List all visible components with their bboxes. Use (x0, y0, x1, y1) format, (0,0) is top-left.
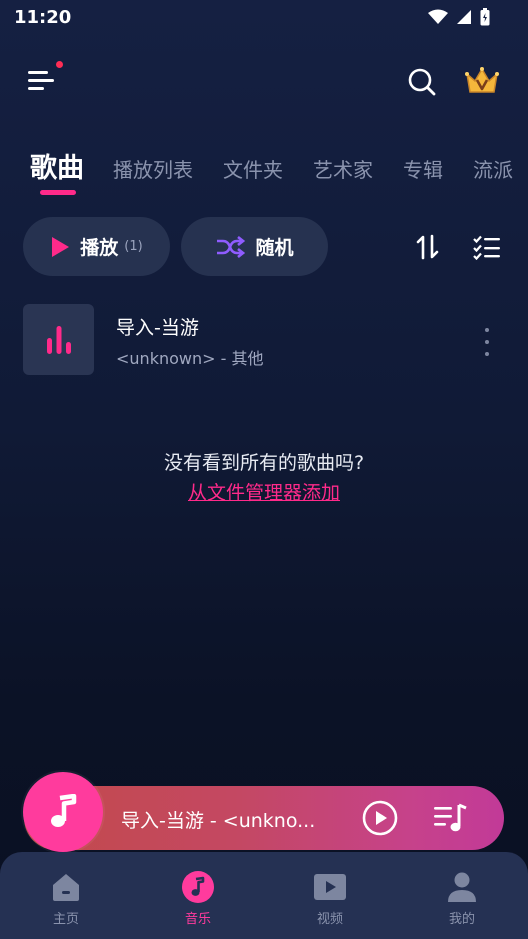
nav-profile-label: 我的 (448, 912, 475, 927)
music-note-icon (182, 871, 214, 903)
tab-artists[interactable]: 艺术家 (313, 154, 373, 183)
search-icon (408, 68, 436, 96)
play-icon (52, 236, 70, 257)
nav-profile[interactable]: 我的 (422, 870, 502, 927)
nav-home-label: 主页 (52, 912, 79, 927)
tab-bar: 歌曲 播放列表 文件夹 艺术家 专辑 流派 (30, 146, 528, 186)
song-list-item[interactable]: 导入-当游 <unknown> - 其他 (0, 300, 528, 384)
checklist-icon (473, 235, 500, 261)
play-all-button[interactable]: 播放 (1) (23, 217, 170, 276)
active-tab-indicator (40, 190, 76, 195)
shuffle-icon (217, 235, 246, 258)
more-options-icon[interactable] (478, 328, 496, 356)
crown-vip-icon (465, 67, 499, 93)
nav-video[interactable]: 视频 (290, 870, 370, 927)
home-icon (53, 874, 79, 901)
song-subtitle: <unknown> - 其他 (116, 349, 264, 368)
equalizer-icon (46, 325, 71, 354)
nav-music-label: 音乐 (184, 912, 211, 927)
multi-select-button[interactable] (472, 234, 502, 261)
tab-songs[interactable]: 歌曲 (30, 146, 84, 185)
hamburger-menu-icon (28, 71, 54, 90)
signal-icon (457, 10, 471, 24)
menu-button[interactable] (26, 66, 62, 98)
wifi-icon (428, 9, 448, 24)
tab-folders[interactable]: 文件夹 (223, 154, 283, 183)
add-from-file-manager-link[interactable]: 从文件管理器添加 (0, 478, 528, 505)
nav-home[interactable]: 主页 (26, 870, 106, 927)
mini-player-play-button[interactable] (362, 800, 398, 836)
battery-icon (480, 8, 490, 26)
tab-playlists[interactable]: 播放列表 (113, 154, 193, 183)
mini-player-queue-button[interactable] (432, 802, 470, 834)
song-title: 导入-当游 (116, 317, 199, 339)
profile-icon (448, 872, 476, 902)
music-note-icon (51, 794, 77, 827)
search-button[interactable] (406, 66, 438, 98)
nav-music[interactable]: 音乐 (158, 870, 238, 927)
play-circle-icon (362, 800, 398, 836)
status-icons (428, 8, 490, 26)
video-play-icon (314, 874, 346, 900)
nav-video-label: 视频 (316, 912, 343, 927)
playlist-icon (434, 803, 467, 832)
missing-songs-hint: 没有看到所有的歌曲吗? (163, 452, 365, 474)
play-count: (1) (124, 239, 143, 254)
notification-dot (56, 61, 63, 68)
mini-player-title: 导入-当游 - <unkno... (121, 810, 316, 832)
tab-albums[interactable]: 专辑 (403, 154, 443, 183)
shuffle-button[interactable]: 随机 (181, 217, 328, 276)
play-all-label: 播放 (80, 237, 119, 259)
mini-player-artwork[interactable] (23, 772, 103, 852)
vip-button[interactable] (464, 64, 500, 98)
status-bar: 11:20 (0, 0, 528, 36)
bottom-navigation: 主页 音乐 视频 我的 (0, 852, 528, 939)
shuffle-label: 随机 (255, 237, 294, 259)
status-time: 11:20 (14, 7, 72, 28)
song-artwork (23, 304, 94, 375)
tab-genres[interactable]: 流派 (473, 154, 513, 183)
sort-icon (416, 234, 439, 260)
sort-button[interactable] (414, 234, 442, 260)
